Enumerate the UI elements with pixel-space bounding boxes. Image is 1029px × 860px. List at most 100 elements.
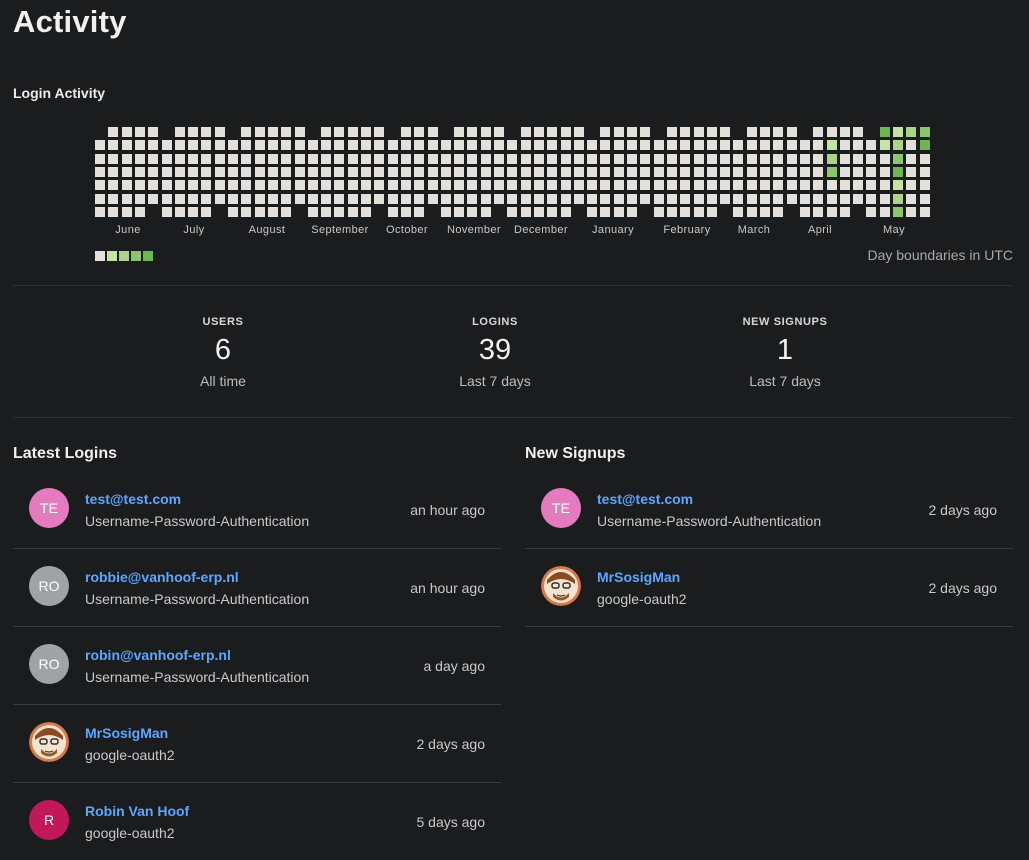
heatmap-day-cell [773, 153, 784, 164]
auth-method: google-oauth2 [597, 591, 687, 607]
heatmap-day-cell [307, 193, 318, 204]
list-item[interactable]: MrSosigMan google-oauth2 2 days ago [13, 705, 501, 783]
list-item[interactable]: RO robin@vanhoof-erp.nl Username-Password-… [13, 627, 501, 705]
stat-new-signups: NEW SIGNUPS 1 Last 7 days [685, 316, 885, 389]
heatmap-day-cell [267, 127, 278, 137]
heatmap-day-cell [573, 180, 584, 191]
heatmap-day-cell [121, 206, 132, 217]
latest-logins-title: Latest Logins [13, 445, 118, 462]
heatmap-day-cell [427, 127, 438, 137]
heatmap-day-cell [640, 140, 651, 151]
heatmap-day-cell [134, 140, 145, 151]
auth-method: google-oauth2 [85, 747, 175, 763]
heatmap-day-cell [760, 153, 770, 164]
heatmap-day-cell [361, 153, 371, 164]
heatmap-day-cell [786, 193, 797, 204]
stat-value: 39 [478, 334, 512, 366]
heatmap-day-cell [121, 180, 132, 191]
month-label: June [115, 224, 141, 236]
user-name-link[interactable]: MrSosigMan [85, 725, 168, 741]
heatmap-day-cell [826, 153, 837, 164]
heatmap-day-cell [228, 193, 238, 204]
list-item[interactable]: RO robbie@vanhoof-erp.nl Username-Password… [13, 549, 501, 627]
heatmap-day-cell [866, 140, 877, 151]
stat-value: 6 [214, 334, 232, 366]
heatmap-day-cell [480, 140, 491, 151]
list-item[interactable]: MrSosigMan google-oauth2 2 days ago [525, 549, 1013, 627]
heatmap-day-cell [613, 180, 624, 191]
heatmap-day-cell [799, 206, 810, 217]
user-name-link[interactable]: robbie@vanhoof-erp.nl [85, 569, 239, 585]
heatmap-day-cell [813, 127, 824, 137]
heatmap-day-cell [108, 206, 119, 217]
heatmap-day-cell [267, 140, 278, 151]
heatmap-day-cell [480, 127, 491, 137]
heatmap-day-cell [467, 153, 478, 164]
heatmap-day-cell [906, 166, 917, 177]
heatmap-day-cell [108, 127, 119, 137]
heatmap-day-cell [161, 166, 172, 177]
heatmap-day-cell [467, 127, 478, 137]
heatmap-day-cell [387, 180, 398, 191]
user-name-link[interactable]: test@test.com [85, 491, 181, 507]
user-name-link[interactable]: MrSosigMan [597, 569, 680, 585]
auth-method: Username-Password-Authentication [85, 513, 310, 529]
avatar: TE [29, 488, 69, 528]
heatmap-day-cell [520, 140, 531, 151]
stat-label: LOGINS [472, 316, 518, 328]
legend-swatch [119, 251, 129, 261]
user-name-link[interactable]: robin@vanhoof-erp.nl [85, 647, 231, 663]
list-item[interactable]: TE test@test.com Username-Password-Authent… [525, 471, 1013, 549]
user-name-link[interactable]: test@test.com [597, 491, 693, 507]
heatmap-day-cell [321, 140, 332, 151]
relative-time: 2 days ago [928, 502, 998, 518]
heatmap-day-cell [746, 193, 757, 204]
heatmap-day-cell [879, 206, 890, 217]
heatmap-day-cell [733, 180, 744, 191]
heatmap-day-cell [653, 140, 664, 151]
heatmap-day-cell [254, 193, 265, 204]
month-label: March [737, 224, 771, 236]
avatar [29, 722, 69, 762]
heatmap-day-cell [879, 193, 890, 204]
heatmap-day-cell [813, 166, 824, 177]
heatmap-day-cell [760, 166, 770, 177]
heatmap-day-cell [374, 153, 385, 164]
heatmap-day-cell [361, 166, 371, 177]
heatmap-day-cell [334, 127, 345, 137]
heatmap-day-cell [587, 166, 598, 177]
heatmap-day-cell [494, 166, 504, 177]
heatmap-day-cell [228, 140, 238, 151]
heatmap-day-cell [533, 206, 544, 217]
heatmap-day-cell [627, 166, 637, 177]
heatmap-day-cell [653, 166, 664, 177]
heatmap-day-cell [281, 127, 292, 137]
heatmap-day-cell [853, 140, 864, 151]
heatmap-day-cell [653, 180, 664, 191]
list-item[interactable]: R Robin Van Hoof google-oauth2 5 days ago [13, 783, 501, 860]
heatmap-day-cell [201, 206, 212, 217]
heatmap-day-cell [799, 193, 810, 204]
heatmap-day-cell [906, 153, 917, 164]
heatmap-day-cell [533, 180, 544, 191]
heatmap-day-cell [267, 193, 278, 204]
heatmap-day-cell [440, 153, 451, 164]
heatmap-day-cell [533, 166, 544, 177]
heatmap-day-cell [813, 140, 824, 151]
avatar-initials: TE [552, 500, 570, 516]
heatmap-day-cell [786, 153, 797, 164]
heatmap-day-cell [839, 193, 850, 204]
heatmap-day-cell [627, 180, 637, 191]
heatmap-day-cell [201, 127, 212, 137]
heatmap-legend [95, 251, 153, 261]
user-name-link[interactable]: Robin Van Hoof [85, 803, 189, 819]
heatmap-day-cell [680, 180, 691, 191]
avatar-initials: RO [38, 578, 60, 594]
heatmap-day-cell [414, 140, 425, 151]
heatmap-day-cell [480, 153, 491, 164]
heatmap-day-cell [321, 180, 332, 191]
heatmap-day-cell [95, 166, 105, 177]
heatmap-day-cell [121, 140, 132, 151]
heatmap-day-cell [587, 153, 598, 164]
list-item[interactable]: TE test@test.com Username-Password-Authent… [13, 471, 501, 549]
